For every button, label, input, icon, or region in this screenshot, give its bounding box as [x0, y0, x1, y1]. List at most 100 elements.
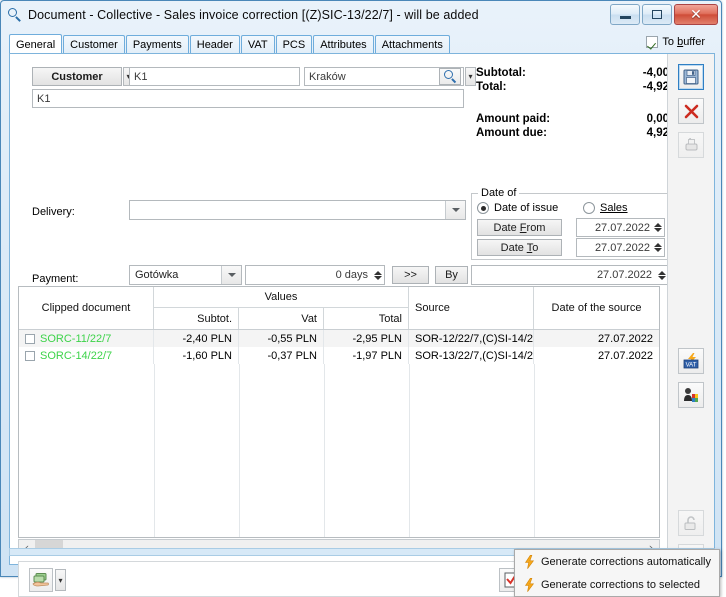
- tab-general[interactable]: General: [9, 34, 63, 54]
- menu-item-generate-automatically[interactable]: Generate corrections automatically: [515, 550, 719, 573]
- date-to-field[interactable]: 27.07.2022: [576, 238, 665, 257]
- to-buffer-label: To buffer: [662, 36, 705, 48]
- menu-item-label: Generate corrections to selected: [541, 578, 700, 591]
- grid-empty-area[interactable]: [19, 364, 659, 537]
- table-row[interactable]: SORC-14/22/7 -1,60 PLN -0,37 PLN -1,97 P…: [19, 347, 659, 364]
- tab-vat[interactable]: VAT: [240, 35, 275, 54]
- tab-label: VAT: [247, 39, 268, 51]
- maximize-button[interactable]: [642, 4, 672, 25]
- tab-payments[interactable]: Payments: [125, 35, 189, 54]
- payment-label: Payment:: [32, 273, 79, 285]
- cell-total: -1,97 PLN: [324, 347, 409, 364]
- date-to-stepper[interactable]: [652, 239, 663, 256]
- minimize-icon: [619, 16, 631, 19]
- radio-sales[interactable]: Sales: [583, 202, 628, 214]
- cancel-button[interactable]: [678, 98, 704, 124]
- payment-date-field[interactable]: 27.07.2022: [471, 265, 669, 285]
- save-button[interactable]: [678, 64, 704, 90]
- header-source[interactable]: Source: [409, 287, 534, 329]
- magnifier-icon: [8, 8, 22, 22]
- menu-item-generate-to-selected[interactable]: Generate corrections to selected: [515, 573, 719, 596]
- radio-label: Sales: [600, 202, 628, 214]
- tab-customer[interactable]: Customer: [63, 35, 125, 54]
- lightning-bolt-icon: [517, 577, 541, 592]
- payment-method-combo[interactable]: Gotówka: [129, 265, 242, 285]
- date-from-button[interactable]: Date From: [477, 219, 562, 236]
- radio-label: Date of issue: [494, 202, 559, 214]
- table-row[interactable]: SORC-11/22/7 -2,40 PLN -0,55 PLN -2,95 P…: [19, 330, 659, 347]
- payment-date-stepper[interactable]: [656, 266, 667, 284]
- cell-subtotal: -2,40 PLN: [154, 330, 239, 347]
- tab-attachments[interactable]: Attachments: [374, 35, 450, 54]
- header-clipped-document[interactable]: Clipped document: [19, 287, 154, 329]
- payment-days-stepper[interactable]: [372, 266, 383, 284]
- forward-button[interactable]: >>: [392, 266, 429, 284]
- cell-source: SOR-13/22/7,(C)SI-14/2: [409, 347, 534, 364]
- checkbox-icon: [646, 36, 659, 48]
- cell-vat: -0,37 PLN: [239, 347, 324, 364]
- date-from-field[interactable]: 27.07.2022: [576, 218, 665, 237]
- clipped-documents-grid[interactable]: Clipped document Values Subtot. Vat Tota…: [18, 286, 660, 538]
- payments-button[interactable]: [29, 568, 53, 592]
- document-window: Document - Collective - Sales invoice co…: [0, 0, 722, 597]
- row-checkbox-icon[interactable]: [25, 333, 35, 344]
- right-toolbar: VAT: [667, 54, 714, 570]
- total-value: -4,92: [642, 81, 669, 93]
- print-icon: [685, 137, 697, 150]
- date-from-stepper[interactable]: [652, 219, 663, 236]
- cell-subtotal: -1,60 PLN: [154, 347, 239, 364]
- lightning-bolt-icon: [517, 554, 541, 569]
- print-button[interactable]: [678, 132, 704, 158]
- maximize-icon: [652, 10, 662, 19]
- header-date-of-source[interactable]: Date of the source: [534, 287, 659, 329]
- radio-date-of-issue[interactable]: Date of issue: [477, 202, 558, 214]
- tab-label: Attachments: [381, 39, 443, 51]
- tab-label: Attributes: [320, 39, 367, 51]
- svg-text:VAT: VAT: [685, 363, 696, 369]
- date-of-group: Date of Date of issue Sales Date From 27…: [471, 187, 669, 260]
- money-hand-icon: [32, 573, 49, 587]
- to-buffer-checkbox[interactable]: To buffer: [646, 36, 705, 48]
- magnifier-icon: [443, 70, 457, 83]
- cell-document[interactable]: SORC-14/22/7: [19, 347, 154, 364]
- close-button[interactable]: ✕: [674, 4, 718, 25]
- payment-days-field[interactable]: 0 days: [245, 265, 385, 285]
- delivery-combo[interactable]: [129, 200, 466, 220]
- cell-date: 27.07.2022: [597, 332, 653, 345]
- customer-search-button[interactable]: [439, 68, 461, 85]
- radio-icon: [583, 202, 595, 214]
- tab-header[interactable]: Header: [189, 35, 240, 54]
- cell-total: -2,95 PLN: [324, 330, 409, 347]
- chevron-down-icon[interactable]: [221, 266, 241, 284]
- amount-due-value: 4,92: [646, 127, 669, 139]
- payments-dropdown-caret[interactable]: ▾: [55, 569, 66, 591]
- contractor-button[interactable]: [678, 382, 704, 408]
- padlock-icon: [684, 516, 696, 530]
- date-to-button[interactable]: Date To: [477, 239, 562, 256]
- menu-item-label: Generate corrections automatically: [541, 555, 711, 568]
- chevron-down-icon[interactable]: [445, 201, 465, 219]
- tab-label: PCS: [282, 39, 306, 51]
- tab-pcs[interactable]: PCS: [275, 35, 313, 54]
- header-total[interactable]: Total: [324, 308, 409, 329]
- customer-search-caret[interactable]: ▾: [465, 67, 476, 86]
- header-subtotal[interactable]: Subtot.: [154, 308, 239, 329]
- header-vat[interactable]: Vat: [239, 308, 324, 329]
- amount-paid-value: 0,00: [646, 113, 669, 125]
- vat-icon: VAT: [683, 353, 698, 369]
- row-checkbox-icon[interactable]: [25, 350, 35, 361]
- vat-button[interactable]: VAT: [678, 348, 704, 374]
- customer-code-field[interactable]: K1: [129, 67, 300, 86]
- tab-label: Header: [196, 39, 233, 51]
- radio-icon: [477, 202, 489, 214]
- minimize-button[interactable]: [610, 4, 640, 25]
- context-menu: Generate corrections automatically Gener…: [514, 549, 720, 597]
- cell-document[interactable]: SORC-11/22/7: [19, 330, 154, 347]
- tab-attributes[interactable]: Attributes: [313, 35, 374, 54]
- window-title: Document - Collective - Sales invoice co…: [28, 8, 479, 22]
- unlock-button[interactable]: [678, 510, 704, 536]
- by-button[interactable]: By: [435, 266, 468, 284]
- customer-name-field[interactable]: K1: [32, 89, 464, 108]
- subtotal-label: Subtotal:: [476, 67, 526, 79]
- customer-button[interactable]: Customer: [32, 67, 122, 86]
